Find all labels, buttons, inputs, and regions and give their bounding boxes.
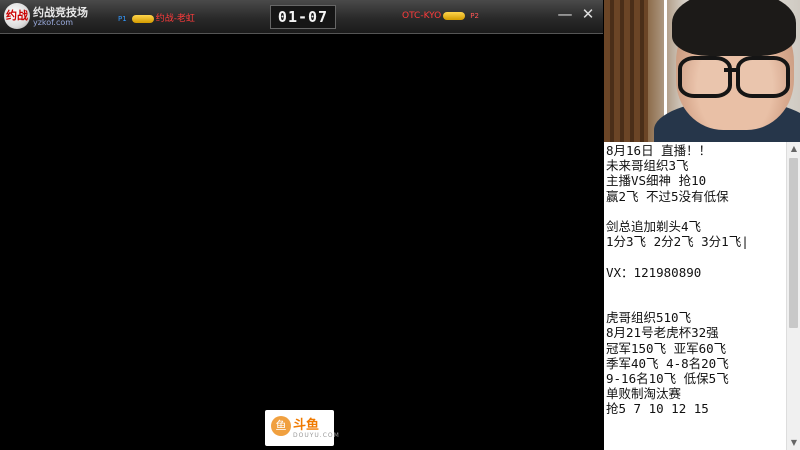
notes-line: 剑总追加剃头4飞: [606, 219, 702, 235]
fish-icon: 鱼: [271, 416, 291, 436]
notes-line: [606, 295, 786, 310]
glasses-icon: [678, 56, 790, 98]
scroll-up-icon[interactable]: ▲: [787, 142, 800, 156]
logo-icon: 约战: [4, 3, 30, 29]
notes-scrollbar[interactable]: ▲ ▼: [786, 142, 800, 450]
scroll-down-icon[interactable]: ▼: [787, 436, 800, 450]
notes-line: 8月21号老虎杯32强: [606, 325, 719, 341]
score-display: 01-07: [270, 5, 336, 29]
player2-tag: P2: [470, 12, 479, 20]
curtain: [604, 0, 648, 142]
player1-info: P1 约战-老虹: [118, 11, 195, 25]
notes-line: 冠军150飞 亚军60飞: [606, 340, 727, 356]
player1-name: 约战-老虹: [155, 14, 195, 24]
douyu-text: 斗鱼: [293, 418, 320, 433]
notes-line: [606, 249, 786, 264]
notes-line: [606, 204, 786, 219]
logo-url: yzkof.com: [33, 18, 74, 27]
douyu-watermark: 鱼 斗鱼 DOUYU.COM: [265, 410, 339, 446]
notes-line: 9-16名10飞 低保5飞: [606, 371, 729, 387]
notes-line: 季军40飞 4-8名20飞: [606, 355, 729, 371]
notes-panel[interactable]: 8月16日 直播！！ 未来哥组织3飞 主播VS细神 抢10 赢2飞 不过5没有低保 剑…: [604, 142, 800, 450]
douyu-url: DOUYU.COM: [293, 432, 340, 439]
streamer-hair: [672, 0, 796, 56]
app-logo: 约战 约战竞技场 yzkof.com: [4, 3, 100, 31]
notes-text: 8月16日 直播！！ 未来哥组织3飞 主播VS细神 抢10 赢2飞 不过5没有低保 剑…: [606, 143, 786, 417]
close-button[interactable]: ✕: [578, 4, 598, 24]
notes-line: 1分3飞 2分2飞 3分1飞|: [606, 234, 749, 250]
title-bar: 约战 约战竞技场 yzkof.com P1 约战-老虹 01-07 OTC-KYO…: [0, 0, 603, 34]
player2-name: OTC-KYO: [402, 11, 442, 21]
player2-info: OTC-KYO P2: [402, 11, 479, 25]
notes-line: VX：121980890: [606, 264, 702, 280]
player1-rank-icon: [131, 14, 154, 23]
notes-line: 虎哥组织510飞: [606, 310, 692, 326]
webcam-feed: [604, 0, 800, 142]
minimize-button[interactable]: —: [555, 4, 575, 24]
game-window: 约战 约战竞技场 yzkof.com P1 约战-老虹 01-07 OTC-KYO…: [0, 0, 603, 450]
notes-line: [606, 280, 786, 295]
notes-line: 8月16日 直播！！: [606, 143, 712, 158]
player2-rank-icon: [443, 11, 466, 20]
notes-line: 未来哥组织3飞: [606, 158, 689, 174]
player1-tag: P1: [118, 15, 127, 23]
notes-line: 赢2飞 不过5没有低保: [606, 188, 729, 204]
scroll-thumb[interactable]: [789, 158, 798, 328]
notes-line: 单败制淘汰赛: [606, 386, 682, 402]
notes-line: 主播VS细神 抢10: [606, 173, 707, 189]
notes-line: 抢5 7 10 12 15: [606, 401, 709, 417]
